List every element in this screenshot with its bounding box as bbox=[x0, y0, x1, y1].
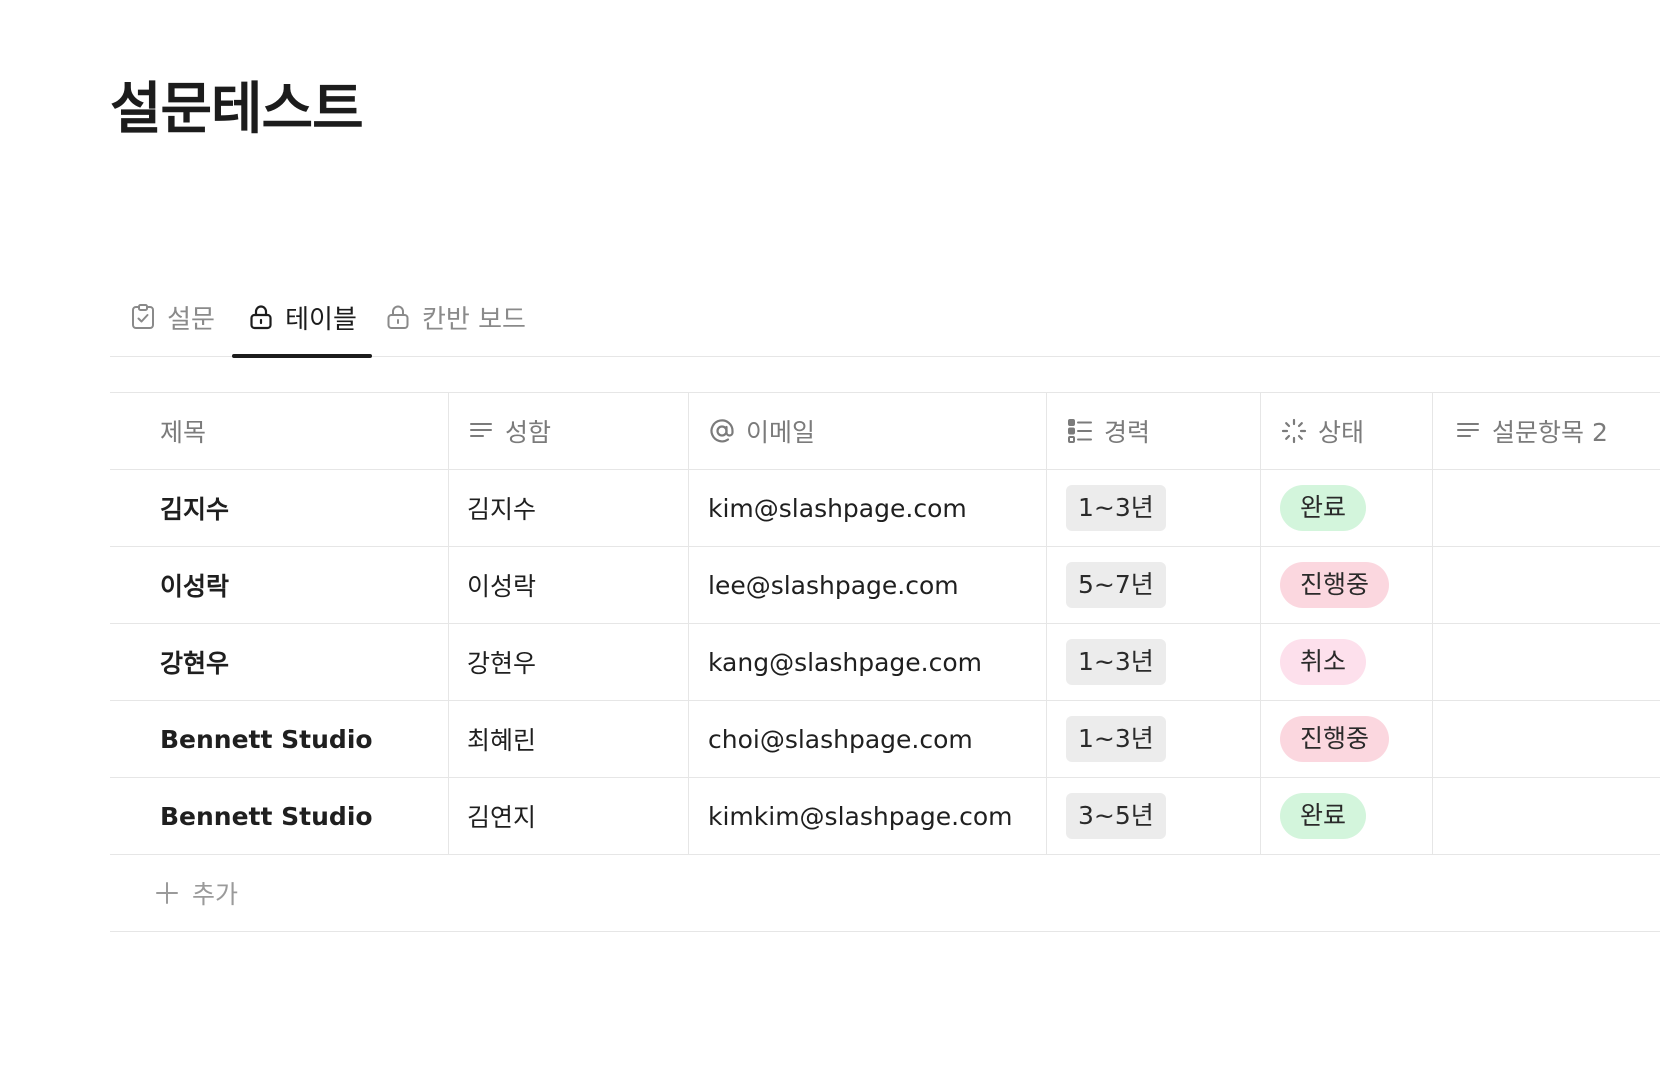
cell-email[interactable]: kim@slashpage.com bbox=[688, 470, 1046, 546]
at-icon bbox=[708, 417, 736, 445]
cell-survey-item-2[interactable] bbox=[1432, 470, 1660, 546]
column-header-title[interactable]: 제목 bbox=[110, 393, 448, 469]
career-tag: 1~3년 bbox=[1066, 639, 1166, 685]
cell-name[interactable]: 최혜린 bbox=[448, 701, 688, 777]
cell-status[interactable]: 진행중 bbox=[1260, 701, 1432, 777]
column-header-status[interactable]: 상태 bbox=[1260, 393, 1432, 469]
table-row[interactable]: 강현우 강현우 kang@slashpage.com 1~3년 취소 bbox=[110, 624, 1660, 701]
table-row[interactable]: Bennett Studio 최혜린 choi@slashpage.com 1~… bbox=[110, 701, 1660, 778]
status-badge: 완료 bbox=[1280, 793, 1367, 839]
status-spinner-icon bbox=[1280, 417, 1308, 445]
cell-status[interactable]: 진행중 bbox=[1260, 547, 1432, 623]
tab-label: 칸반 보드 bbox=[422, 304, 526, 335]
column-header-label: 경력 bbox=[1104, 418, 1151, 447]
add-row-button[interactable]: 추가 bbox=[110, 855, 1660, 932]
career-tag: 1~3년 bbox=[1066, 485, 1166, 531]
cell-title[interactable]: 김지수 bbox=[110, 470, 448, 546]
page-title: 설문테스트 bbox=[110, 77, 364, 142]
tab-survey[interactable]: 설문 bbox=[120, 278, 224, 356]
tab-kanban-board[interactable]: 칸반 보드 bbox=[380, 278, 530, 356]
career-tag: 5~7년 bbox=[1066, 562, 1166, 608]
cell-name[interactable]: 김연지 bbox=[448, 778, 688, 854]
clipboard-check-icon bbox=[129, 303, 157, 331]
column-header-survey-item-2[interactable]: 설문항목 2 bbox=[1432, 393, 1660, 469]
cell-title[interactable]: Bennett Studio bbox=[110, 778, 448, 854]
column-header-label: 상태 bbox=[1318, 418, 1365, 447]
cell-name[interactable]: 강현우 bbox=[448, 624, 688, 700]
status-badge: 진행중 bbox=[1280, 716, 1390, 762]
column-header-career[interactable]: 경력 bbox=[1046, 393, 1260, 469]
column-header-name[interactable]: 성함 bbox=[448, 393, 688, 469]
career-tag: 1~3년 bbox=[1066, 716, 1166, 762]
lock-icon bbox=[247, 303, 275, 331]
column-header-email[interactable]: 이메일 bbox=[688, 393, 1046, 469]
cell-email[interactable]: kang@slashpage.com bbox=[688, 624, 1046, 700]
cell-status[interactable]: 취소 bbox=[1260, 624, 1432, 700]
cell-survey-item-2[interactable] bbox=[1432, 701, 1660, 777]
cell-title[interactable]: 강현우 bbox=[110, 624, 448, 700]
career-tag: 3~5년 bbox=[1066, 793, 1166, 839]
column-header-label: 이메일 bbox=[746, 418, 816, 447]
view-tabs: 설문 테이블 칸반 보드 bbox=[110, 278, 1660, 358]
cell-email[interactable]: lee@slashpage.com bbox=[688, 547, 1046, 623]
plus-icon bbox=[154, 880, 180, 906]
cell-email[interactable]: kimkim@slashpage.com bbox=[688, 778, 1046, 854]
select-list-icon bbox=[1066, 417, 1094, 445]
tab-label: 설문 bbox=[167, 304, 215, 335]
lock-icon bbox=[384, 303, 412, 331]
column-header-label: 설문항목 2 bbox=[1492, 418, 1608, 447]
column-header-label: 성함 bbox=[505, 418, 552, 447]
status-badge: 진행중 bbox=[1280, 562, 1390, 608]
cell-career[interactable]: 1~3년 bbox=[1046, 701, 1260, 777]
column-header-label: 제목 bbox=[160, 418, 207, 447]
cell-name[interactable]: 김지수 bbox=[448, 470, 688, 546]
cell-name[interactable]: 이성락 bbox=[448, 547, 688, 623]
cell-title[interactable]: Bennett Studio bbox=[110, 701, 448, 777]
cell-career[interactable]: 1~3년 bbox=[1046, 470, 1260, 546]
cell-survey-item-2[interactable] bbox=[1432, 624, 1660, 700]
cell-title[interactable]: 이성락 bbox=[110, 547, 448, 623]
cell-career[interactable]: 1~3년 bbox=[1046, 624, 1260, 700]
cell-career[interactable]: 5~7년 bbox=[1046, 547, 1260, 623]
cell-email[interactable]: choi@slashpage.com bbox=[688, 701, 1046, 777]
text-lines-icon bbox=[467, 417, 495, 445]
table-row[interactable]: Bennett Studio 김연지 kimkim@slashpage.com … bbox=[110, 778, 1660, 855]
cell-status[interactable]: 완료 bbox=[1260, 470, 1432, 546]
text-lines-icon bbox=[1454, 417, 1482, 445]
cell-survey-item-2[interactable] bbox=[1432, 547, 1660, 623]
status-badge: 취소 bbox=[1280, 639, 1367, 685]
tab-label: 테이블 bbox=[285, 304, 357, 335]
status-badge: 완료 bbox=[1280, 485, 1367, 531]
cell-survey-item-2[interactable] bbox=[1432, 778, 1660, 854]
add-row-label: 추가 bbox=[192, 880, 239, 909]
cell-status[interactable]: 완료 bbox=[1260, 778, 1432, 854]
table-row[interactable]: 이성락 이성락 lee@slashpage.com 5~7년 진행중 bbox=[110, 547, 1660, 624]
table-row[interactable]: 김지수 김지수 kim@slashpage.com 1~3년 완료 bbox=[110, 470, 1660, 547]
data-table: 제목 성함 이메일 경력 상태 설문항목 2 김지수 김지수 kim@slash… bbox=[110, 392, 1660, 932]
table-header-row: 제목 성함 이메일 경력 상태 설문항목 2 bbox=[110, 393, 1660, 470]
cell-career[interactable]: 3~5년 bbox=[1046, 778, 1260, 854]
tab-table[interactable]: 테이블 bbox=[232, 278, 372, 358]
